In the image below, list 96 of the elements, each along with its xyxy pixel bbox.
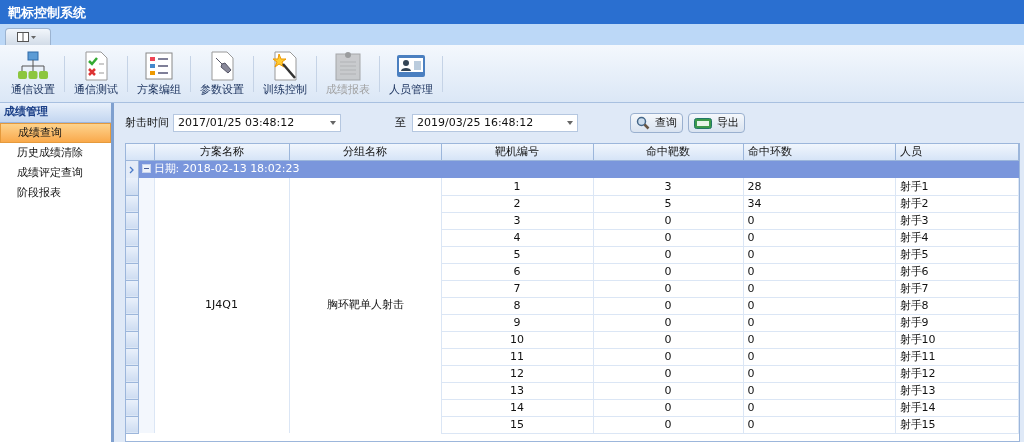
table-cell: 0 xyxy=(743,280,895,297)
date-field[interactable]: 2019/03/25 16:48:12 xyxy=(412,114,578,132)
table-cell: 0 xyxy=(743,297,895,314)
table-cell: 射手3 xyxy=(895,212,1019,229)
table-cell: 0 xyxy=(593,280,743,297)
table-cell: 射手11 xyxy=(895,348,1019,365)
table-cell: 0 xyxy=(743,229,895,246)
table-cell: 射手6 xyxy=(895,263,1019,280)
table-cell: 0 xyxy=(593,331,743,348)
sidebar-item[interactable]: 阶段报表 xyxy=(0,183,111,203)
clipboard-icon xyxy=(332,49,364,82)
table-cell: 射手15 xyxy=(895,416,1019,433)
table-cell: 0 xyxy=(743,399,895,416)
table-cell: 0 xyxy=(593,212,743,229)
table-cell: 0 xyxy=(743,382,895,399)
list-icon xyxy=(143,49,175,82)
table-cell: 胸环靶单人射击 xyxy=(289,178,441,433)
table-cell: 射手14 xyxy=(895,399,1019,416)
table-cell: 2 xyxy=(441,195,593,212)
date-field[interactable]: 2017/01/25 03:48:12 xyxy=(173,114,341,132)
network-icon xyxy=(17,49,49,82)
table-cell: 0 xyxy=(743,416,895,433)
sidebar-item[interactable]: 历史成绩清除 xyxy=(0,143,111,163)
column-header[interactable]: 靶机编号 xyxy=(441,144,593,160)
table-cell: 8 xyxy=(441,297,593,314)
dropdown-icon xyxy=(567,121,573,125)
table-cell: 13 xyxy=(441,382,593,399)
table-cell: 9 xyxy=(441,314,593,331)
table-cell: 射手10 xyxy=(895,331,1019,348)
table-cell: 0 xyxy=(743,365,895,382)
toolbar-button[interactable]: 方案编组 xyxy=(128,47,190,100)
table-cell: 0 xyxy=(743,314,895,331)
export-button[interactable]: 导出 xyxy=(688,113,745,133)
collapse-icon[interactable] xyxy=(141,164,151,174)
table-cell: 0 xyxy=(593,399,743,416)
table-cell: 28 xyxy=(743,178,895,195)
table-cell: 0 xyxy=(593,246,743,263)
group-label: 日期: 2018-02-13 18:02:23 xyxy=(153,163,300,175)
toolbar-button[interactable]: 人员管理 xyxy=(380,47,442,100)
table-cell: 3 xyxy=(593,178,743,195)
window-title: 靶标控制系统 xyxy=(8,3,86,22)
column-header[interactable]: 命中靶数 xyxy=(593,144,743,160)
table-cell: 5 xyxy=(441,246,593,263)
toolbar-button[interactable]: 通信测试 xyxy=(65,47,127,100)
table-cell: 4 xyxy=(441,229,593,246)
search-icon xyxy=(636,116,650,130)
table-cell: 10 xyxy=(441,331,593,348)
table-cell: 0 xyxy=(743,348,895,365)
table-cell: 0 xyxy=(743,263,895,280)
quick-access-tab[interactable] xyxy=(5,28,51,45)
table-cell: 34 xyxy=(743,195,895,212)
toolbar-button[interactable]: 训练控制 xyxy=(254,47,316,100)
sidebar-header: 成绩管理 xyxy=(0,103,111,123)
spreadsheet-icon xyxy=(694,117,712,129)
table-cell: 射手12 xyxy=(895,365,1019,382)
table-cell: 3 xyxy=(441,212,593,229)
table-cell: 0 xyxy=(593,297,743,314)
table-cell: 0 xyxy=(743,331,895,348)
toolbar-button[interactable]: 通信设置 xyxy=(2,47,64,100)
table-cell: 射手5 xyxy=(895,246,1019,263)
table-cell: 0 xyxy=(743,212,895,229)
table-cell: 射手9 xyxy=(895,314,1019,331)
field-label: 射击时间 xyxy=(125,114,169,131)
table-cell: 射手13 xyxy=(895,382,1019,399)
column-header[interactable]: 命中环数 xyxy=(743,144,895,160)
table-cell: 0 xyxy=(593,348,743,365)
sidebar-item[interactable]: 成绩评定查询 xyxy=(0,163,111,183)
search-button[interactable]: 查询 xyxy=(630,113,683,133)
table-cell: 0 xyxy=(593,229,743,246)
table-cell: 14 xyxy=(441,399,593,416)
table-cell: 0 xyxy=(593,314,743,331)
dropdown-icon xyxy=(330,121,336,125)
field-label: 至 xyxy=(395,114,406,131)
table-cell: 5 xyxy=(593,195,743,212)
sidebar-item[interactable]: 成绩查询 xyxy=(0,123,111,143)
table-cell: 0 xyxy=(593,365,743,382)
table-cell: 射手1 xyxy=(895,178,1019,195)
table-cell: 0 xyxy=(593,263,743,280)
table-cell: 射手7 xyxy=(895,280,1019,297)
table-cell: 射手2 xyxy=(895,195,1019,212)
table-cell: 0 xyxy=(743,246,895,263)
table-cell: 12 xyxy=(441,365,593,382)
table-cell: 11 xyxy=(441,348,593,365)
table-cell: 1 xyxy=(441,178,593,195)
table-cell: 6 xyxy=(441,263,593,280)
table-cell: 射手4 xyxy=(895,229,1019,246)
column-header[interactable]: 人员 xyxy=(895,144,1019,160)
column-header[interactable]: 方案名称 xyxy=(154,144,289,160)
layout-dropdown-icon xyxy=(17,32,39,42)
toolbar-button[interactable]: 参数设置 xyxy=(191,47,253,100)
table-cell: 0 xyxy=(593,416,743,433)
column-header[interactable]: 分组名称 xyxy=(289,144,441,160)
table-cell: 15 xyxy=(441,416,593,433)
table-cell: 射手8 xyxy=(895,297,1019,314)
table-cell: 7 xyxy=(441,280,593,297)
table-cell: 0 xyxy=(593,382,743,399)
